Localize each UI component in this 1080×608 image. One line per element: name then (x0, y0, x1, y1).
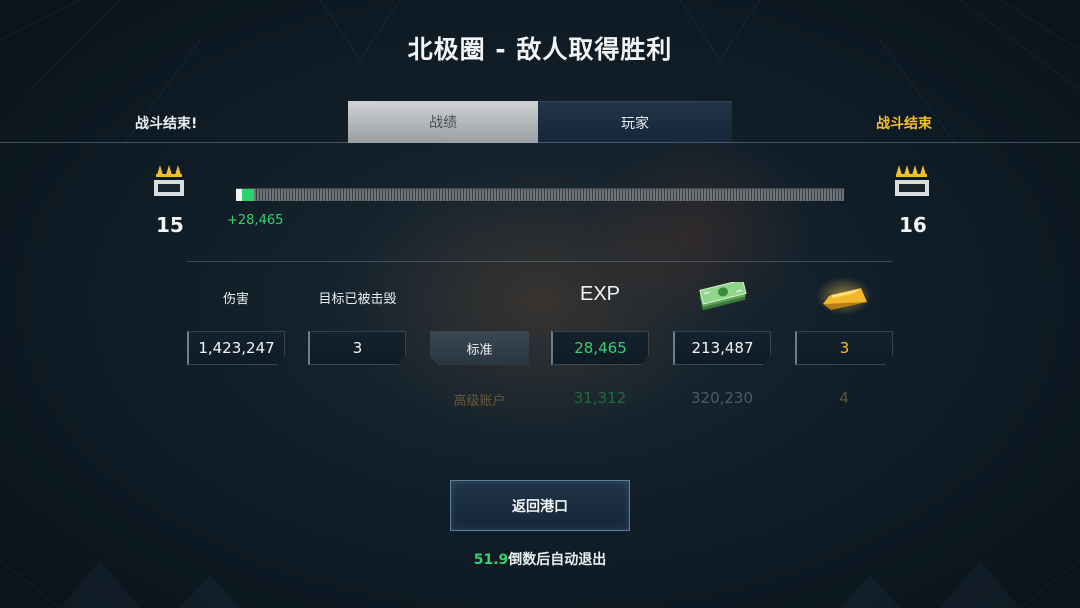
countdown-text: 倒数后自动退出 (508, 552, 607, 568)
premium-row-label: 高级账户 (453, 394, 506, 409)
premium-exp-value: 31,312 (573, 389, 627, 407)
left-team-rank-icon (154, 165, 184, 196)
score-progress-bar (236, 188, 844, 201)
auto-exit-countdown: 51.9倒数后自动退出 (0, 549, 1080, 569)
tab-stats[interactable]: 战绩 (348, 101, 538, 143)
stats-divider (187, 261, 892, 262)
return-to-port-button[interactable]: 返回港口 (450, 480, 630, 531)
right-team-rank-icon (895, 165, 929, 196)
header-divider (0, 142, 1080, 143)
premium-credits-value: 320,230 (690, 389, 754, 407)
left-team-score: 15 (156, 213, 184, 237)
targets-destroyed-header: 目标已被击毁 (318, 292, 397, 307)
battle-title: 北极圈 - 敌人取得胜利 (407, 35, 673, 64)
gold-bar-icon (816, 277, 872, 315)
right-team-score: 16 (899, 213, 927, 237)
exp-header: EXP (579, 283, 621, 305)
left-team-status: 战斗结束! (135, 116, 198, 132)
premium-gold-value: 4 (839, 389, 849, 407)
standard-row-label: 标准 (430, 331, 529, 365)
money-icon (699, 282, 747, 310)
standard-credits-value: 213,487 (673, 331, 771, 365)
countdown-value: 51.9 (473, 552, 509, 568)
progress-gain-text: +28,465 (227, 213, 284, 228)
tab-players[interactable]: 玩家 (538, 101, 732, 143)
standard-gold-value: 3 (795, 331, 893, 365)
damage-value: 1,423,247 (187, 331, 285, 365)
damage-header: 伤害 (222, 292, 249, 307)
standard-exp-value: 28,465 (551, 331, 649, 365)
right-team-status: 战斗结束 (876, 116, 932, 132)
score-progress-fill (236, 189, 255, 201)
targets-destroyed-value: 3 (308, 331, 406, 365)
battle-result-screen: 北极圈 - 敌人取得胜利 战斗结束! 战斗结束 战绩 玩家 15 16 +28,… (0, 0, 1080, 608)
